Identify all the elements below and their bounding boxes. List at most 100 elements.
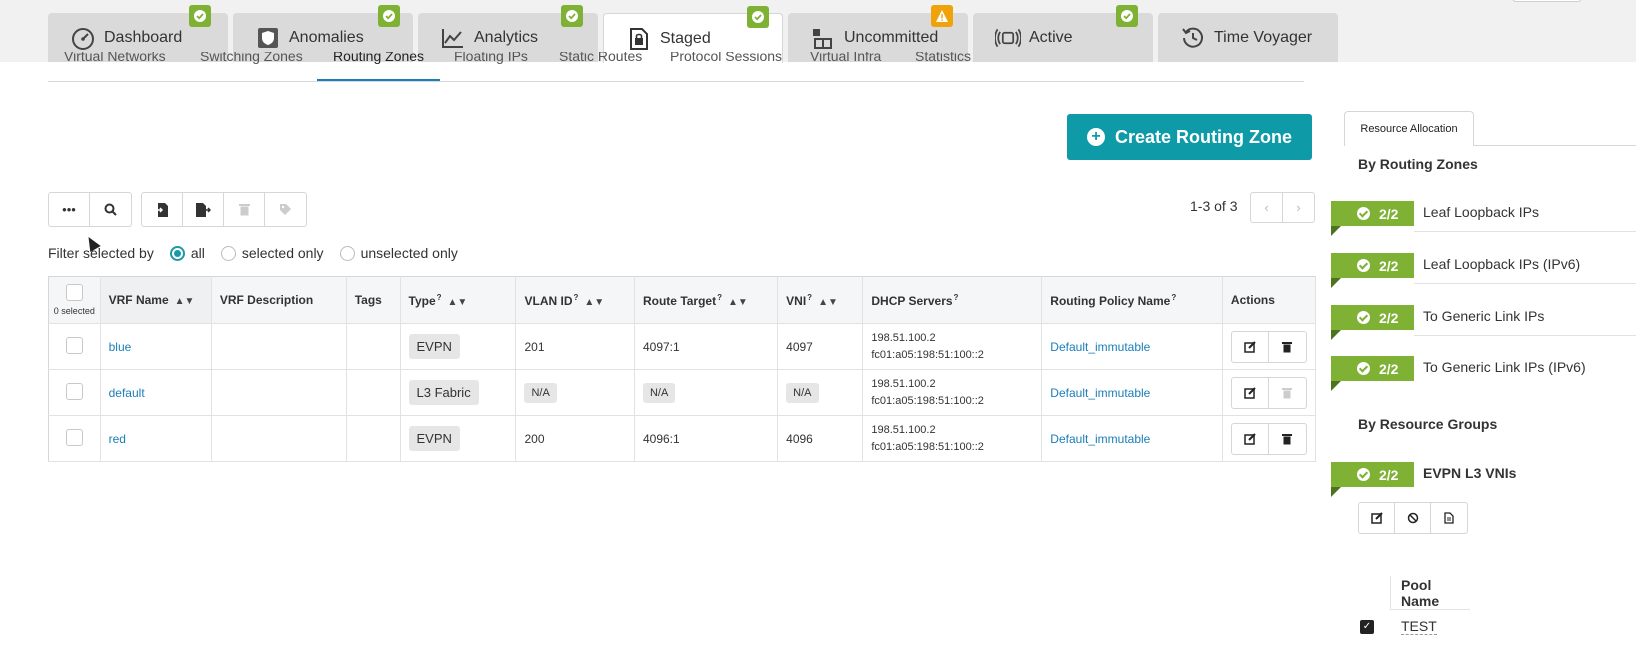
import-button[interactable] — [142, 193, 183, 226]
filter-radio-all[interactable] — [169, 245, 185, 261]
type-cell: EVPN — [400, 323, 517, 370]
subtab-virtual-networks[interactable]: Virtual Networks — [48, 52, 182, 81]
subtab-virtual-infra[interactable]: Virtual Infra — [794, 52, 897, 81]
vni-cell: 4097 — [777, 323, 864, 370]
resource-row[interactable]: 2/2 To Generic Link IPs — [1331, 305, 1636, 340]
next-page-button[interactable]: › — [1283, 193, 1314, 222]
pagination-controls: ‹ › — [1250, 192, 1315, 223]
resource-row[interactable]: 2/2 Leaf Loopback IPs (IPv6) — [1331, 253, 1636, 288]
dashboard-gauge-icon — [70, 25, 96, 51]
filter-option-unselected[interactable]: unselected only — [361, 245, 458, 261]
edit-button[interactable] — [1232, 331, 1269, 362]
subtab-static-routes[interactable]: Static Routes — [543, 52, 658, 81]
toolbar-group-1: ••• — [48, 192, 132, 227]
status-ok-icon — [189, 5, 211, 27]
clear-button[interactable] — [1395, 503, 1431, 533]
route-target-cell: 4097:1 — [634, 323, 779, 370]
delete-button[interactable] — [1269, 424, 1306, 454]
edit-button[interactable] — [1359, 503, 1395, 533]
help-icon: ? — [436, 292, 442, 302]
subtab-floating-ips[interactable]: Floating IPs — [438, 52, 544, 81]
resource-row[interactable]: 2/2 To Generic Link IPs (IPv6) — [1331, 356, 1636, 391]
chevron-left-icon: ‹ — [1264, 200, 1269, 215]
row-checkbox[interactable] — [65, 336, 83, 354]
pool-checkbox[interactable]: ✓ — [1360, 620, 1374, 634]
select-all-checkbox[interactable] — [65, 284, 83, 301]
help-icon: ? — [1171, 292, 1177, 302]
resource-row[interactable]: 2/2 Leaf Loopback IPs — [1331, 201, 1636, 236]
na-chip: N/A — [524, 382, 557, 403]
tab-resource-allocation[interactable]: Resource Allocation — [1344, 111, 1474, 146]
resource-group-row[interactable]: 2/2 EVPN L3 VNIs — [1331, 462, 1636, 497]
dhcp-ipv6: fc01:a05:198:51:100::2 — [871, 348, 984, 361]
export-button[interactable] — [183, 193, 224, 226]
history-icon — [1180, 25, 1206, 51]
sub-tab-bar: Virtual Networks Switching Zones Routing… — [48, 52, 1304, 82]
chevron-right-icon: › — [1296, 200, 1301, 215]
vrf-name-link[interactable]: blue — [109, 340, 132, 354]
column-type[interactable]: Type? ▲▼ — [400, 276, 517, 324]
tab-label: Active — [1029, 28, 1073, 46]
edit-icon — [1244, 386, 1256, 399]
search-button[interactable] — [90, 193, 131, 226]
dhcp-ipv6: fc01:a05:198:51:100::2 — [871, 394, 984, 407]
routing-policy-link[interactable]: Default_immutable — [1050, 432, 1150, 446]
tags-cell — [346, 369, 401, 416]
create-routing-zone-button[interactable]: + Create Routing Zone — [1067, 114, 1312, 160]
delete-button[interactable] — [1269, 378, 1306, 408]
trash-icon — [1282, 433, 1293, 444]
column-vrf-name[interactable]: VRF Name ▲▼ — [100, 276, 212, 324]
tab-label: Analytics — [474, 28, 539, 46]
top-right-control[interactable] — [1512, 0, 1582, 2]
delete-button[interactable] — [1269, 332, 1306, 362]
resource-group-label: EVPN L3 VNIs — [1423, 465, 1517, 481]
edit-button[interactable] — [1232, 423, 1269, 454]
status-ok-icon — [378, 5, 400, 27]
filter-radio-selected[interactable] — [220, 245, 236, 261]
filter-option-selected[interactable]: selected only — [242, 245, 324, 261]
vrf-name-link[interactable]: default — [109, 386, 145, 400]
more-options-button[interactable]: ••• — [49, 193, 90, 226]
vrf-name-link[interactable]: red — [109, 432, 126, 446]
row-checkbox[interactable] — [65, 382, 83, 400]
na-chip: N/A — [786, 382, 819, 403]
plus-icon: + — [1086, 128, 1105, 146]
status-badge: 2/2 — [1331, 305, 1414, 340]
type-chip: L3 Fabric — [408, 380, 479, 405]
column-tags: Tags — [346, 276, 401, 324]
by-resource-groups-heading: By Resource Groups — [1358, 416, 1498, 432]
tag-button[interactable] — [265, 193, 306, 226]
details-button[interactable] — [1431, 503, 1467, 533]
shield-icon — [255, 25, 281, 51]
ban-icon — [1407, 512, 1418, 524]
vlan-id-cell: 200 — [515, 415, 635, 462]
prev-page-button[interactable]: ‹ — [1251, 193, 1283, 222]
column-vni[interactable]: VNI? ▲▼ — [777, 276, 864, 324]
delete-selected-button[interactable] — [224, 193, 265, 226]
routing-policy-link[interactable]: Default_immutable — [1050, 340, 1150, 354]
subtab-routing-zones[interactable]: Routing Zones — [317, 52, 441, 81]
trash-icon — [238, 204, 250, 216]
broadcast-icon — [995, 25, 1021, 51]
dhcp-servers-cell: 198.51.100.2 fc01:a05:198:51:100::2 — [862, 369, 1043, 416]
routing-policy-link[interactable]: Default_immutable — [1050, 386, 1150, 400]
pool-name-value[interactable]: TEST — [1401, 618, 1437, 635]
selection-filter: Filter selected by all selected only uns… — [48, 245, 458, 261]
filter-option-all[interactable]: all — [191, 245, 205, 261]
column-route-target[interactable]: Route Target? ▲▼ — [634, 276, 779, 324]
boxes-icon — [810, 25, 836, 51]
edit-button[interactable] — [1232, 377, 1269, 408]
tag-icon — [280, 204, 291, 215]
column-vlan-id[interactable]: VLAN ID? ▲▼ — [515, 276, 635, 324]
subtab-protocol-sessions[interactable]: Protocol Sessions — [654, 52, 798, 81]
subtab-statistics[interactable]: Statistics — [899, 52, 987, 81]
filter-radio-unselected[interactable] — [339, 245, 355, 261]
check-circle-icon — [1357, 259, 1370, 272]
table-row: blue EVPN 201 4097:1 4097 198.51.100.2 fc… — [48, 323, 1317, 370]
filter-label: Filter selected by — [48, 245, 154, 261]
export-icon — [196, 202, 211, 217]
subtab-switching-zones[interactable]: Switching Zones — [184, 52, 319, 81]
type-cell: EVPN — [400, 415, 517, 462]
row-checkbox[interactable] — [65, 428, 83, 446]
sort-icon: ▲▼ — [584, 296, 605, 308]
